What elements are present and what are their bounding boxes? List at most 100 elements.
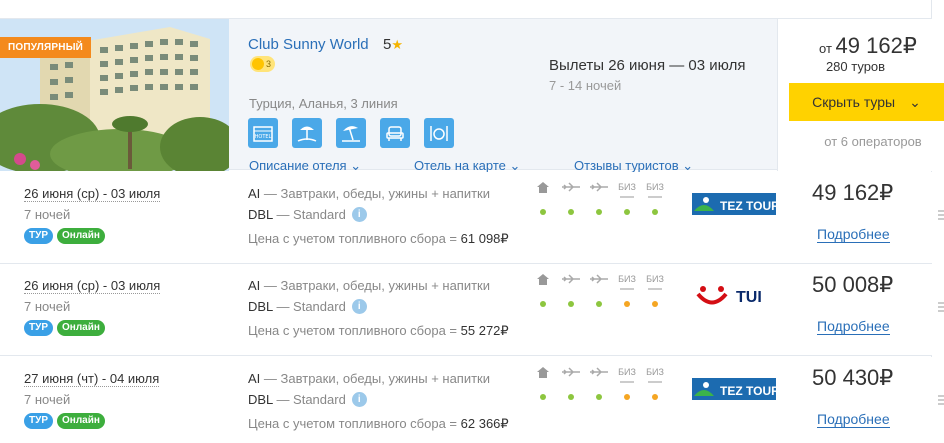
min-price-value: 49 162₽ — [835, 33, 917, 58]
tour-dates[interactable]: 26 июня (ср) - 03 июля — [24, 186, 161, 202]
biz-label: БИЗ — [618, 182, 636, 192]
info-icon[interactable]: i — [351, 299, 367, 314]
operators-count: от 6 операторов — [824, 134, 922, 149]
chevron-down-icon: ⌄ — [682, 158, 694, 173]
details-link[interactable]: Подробнее — [817, 412, 890, 428]
meal-desc: — Завтраки, обеды, ужины + напитки — [263, 278, 491, 293]
room-code: DBL — [248, 392, 273, 407]
meal-code: AI — [248, 371, 261, 386]
room-code: DBL — [248, 299, 273, 314]
tour-tags: ТУР Онлайн — [24, 413, 105, 429]
restaurant-icon[interactable] — [424, 118, 454, 148]
info-icon[interactable]: i — [351, 207, 367, 222]
status-dot — [596, 301, 602, 307]
details-link[interactable]: Подробнее — [817, 227, 890, 243]
tour-price: 50 008₽ — [812, 272, 894, 297]
tour-nights: 7 ночей — [24, 299, 71, 314]
flight-status-icons: БИЗ БИЗ — [532, 182, 672, 222]
svg-text:HOTEL: HOTEL — [255, 134, 272, 140]
tour-row[interactable]: 26 июня (ср) - 03 июля 7 ночей ТУР Онлайн AI… — [0, 264, 944, 356]
status-dot — [624, 209, 630, 215]
chevron-down-icon: ⌄ — [350, 158, 362, 173]
online-tag: Онлайн — [57, 320, 105, 336]
status-dot — [540, 301, 546, 307]
chevron-down-icon: ⌄ — [509, 158, 521, 173]
tour-nights: 7 ночей — [24, 207, 71, 222]
status-dot — [596, 209, 602, 215]
tour-card: ПОПУЛЯРНЫЙ Club Sunny World 5★ 3 Турция,… — [0, 0, 944, 443]
meal-desc: — Завтраки, обеды, ужины + напитки — [263, 371, 491, 386]
tour-nights: 7 ночей — [24, 392, 71, 407]
business-return-icon: БИЗ — [644, 367, 666, 387]
hotel-location: Турция, Аланья, 3 линия — [249, 96, 398, 111]
house-icon — [532, 367, 554, 380]
room-type: DBL — Standard i — [248, 207, 367, 222]
fuel-prefix: Цена с учетом топливного сбора = — [248, 231, 458, 246]
tours-count: 280 туров — [825, 59, 886, 74]
smile-icon — [252, 58, 264, 70]
hotel-icon[interactable]: HOTEL — [248, 118, 278, 148]
min-price: от 49 162₽ — [819, 33, 917, 59]
biz-label: БИЗ — [646, 182, 664, 192]
hide-tours-button[interactable]: Скрыть туры ⌄ — [789, 83, 944, 121]
drag-handle-icon[interactable] — [938, 395, 944, 405]
tui-logo: TUI — [696, 286, 762, 306]
drag-handle-icon[interactable] — [938, 210, 944, 220]
fuel-price: Цена с учетом топливного сбора = 61 098₽ — [248, 231, 509, 247]
details-link[interactable]: Подробнее — [817, 319, 890, 335]
armchair-icon[interactable] — [380, 118, 410, 148]
house-icon — [532, 182, 554, 195]
status-dot — [652, 209, 658, 215]
tour-row[interactable]: 27 июня (чт) - 04 июля 7 ночей ТУР Онлайн AI… — [0, 357, 944, 443]
status-dot — [652, 394, 658, 400]
drag-handle-icon[interactable] — [938, 302, 944, 312]
beach-umbrella-icon[interactable] — [336, 118, 366, 148]
plane-depart-icon — [560, 367, 582, 379]
room-type: DBL — Standard i — [248, 392, 367, 407]
meal-desc: — Завтраки, обеды, ужины + напитки — [263, 186, 491, 201]
tour-dates[interactable]: 26 июня (ср) - 03 июля — [24, 278, 161, 294]
flight-status-icons: БИЗ БИЗ — [532, 274, 672, 314]
meal-code: AI — [248, 186, 261, 201]
operator-logo: TEZ TOUR — [690, 374, 780, 404]
fuel-price-value: 62 366₽ — [460, 416, 509, 431]
business-depart-icon: БИЗ — [616, 182, 638, 202]
rating-badge[interactable]: 3 — [250, 56, 276, 72]
status-dot — [624, 301, 630, 307]
online-tag: Онлайн — [57, 228, 105, 244]
tour-tag: ТУР — [24, 413, 53, 429]
operator-logo-text: TUI — [736, 289, 762, 306]
plane-depart-icon — [560, 182, 582, 194]
fuel-price-value: 55 272₽ — [460, 323, 509, 338]
biz-label: БИЗ — [618, 274, 636, 284]
departure-dates: Вылеты 26 июня — 03 июля — [549, 57, 746, 74]
meal-plan: AI — Завтраки, обеды, ужины + напитки — [248, 278, 490, 293]
room-code: DBL — [248, 207, 273, 222]
hide-tours-label: Скрыть туры — [812, 94, 896, 110]
status-dot — [624, 394, 630, 400]
fuel-prefix: Цена с учетом топливного сбора = — [248, 416, 458, 431]
info-icon[interactable]: i — [351, 392, 367, 407]
operator-logo-text: TEZ TOUR — [720, 199, 778, 213]
operator-logo: TEZ TOUR — [690, 189, 780, 219]
fuel-price: Цена с учетом топливного сбора = 62 366₽ — [248, 416, 509, 432]
tour-price: 49 162₽ — [812, 180, 894, 205]
house-icon — [532, 274, 554, 287]
plane-return-icon — [588, 182, 610, 194]
business-depart-icon: БИЗ — [616, 274, 638, 294]
amenities-list: HOTEL — [248, 118, 454, 148]
plane-return-icon — [588, 274, 610, 286]
hotel-photo[interactable]: ПОПУЛЯРНЫЙ — [0, 19, 229, 171]
status-dot — [568, 394, 574, 400]
meal-plan: AI — Завтраки, обеды, ужины + напитки — [248, 186, 490, 201]
beach-icon[interactable] — [292, 118, 322, 148]
business-return-icon: БИЗ — [644, 182, 666, 202]
hotel-name-link[interactable]: Club Sunny World — [248, 36, 369, 53]
biz-label: БИЗ — [646, 367, 664, 377]
status-dot — [540, 394, 546, 400]
operator-logo: TUI — [690, 281, 778, 311]
tour-row[interactable]: 26 июня (ср) - 03 июля 7 ночей ТУР Онлайн AI… — [0, 172, 944, 264]
price-prefix: от — [819, 41, 832, 56]
tour-dates[interactable]: 27 июня (чт) - 04 июля — [24, 371, 160, 387]
fuel-price-value: 61 098₽ — [460, 231, 509, 246]
